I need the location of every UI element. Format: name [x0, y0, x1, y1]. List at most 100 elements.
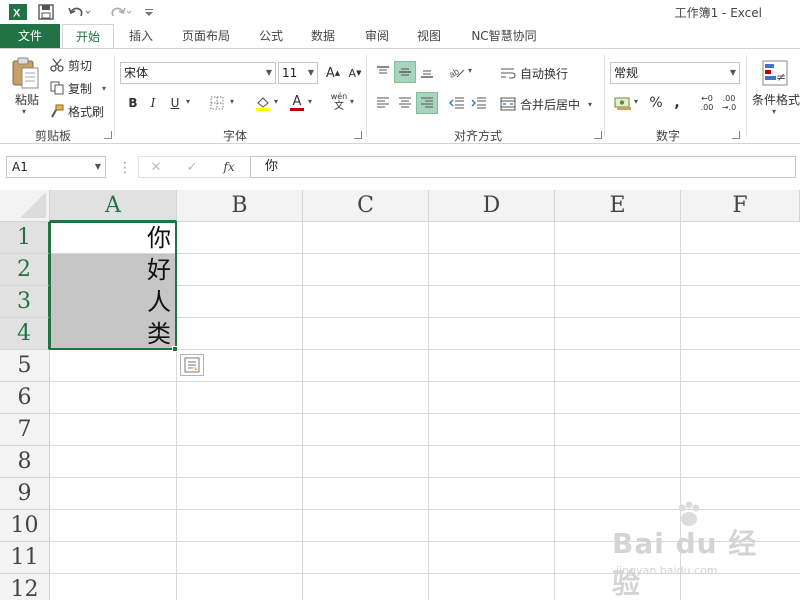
align-left-icon[interactable]	[372, 92, 394, 114]
column-header-d[interactable]: D	[429, 190, 555, 222]
fill-handle[interactable]	[172, 346, 178, 352]
cancel-icon[interactable]: ✕	[148, 158, 164, 176]
align-right-icon[interactable]	[416, 92, 438, 114]
row-header-1[interactable]: 1	[0, 222, 50, 254]
tab-home[interactable]: 开始	[62, 24, 114, 49]
row-header-6[interactable]: 6	[0, 382, 50, 414]
shrink-font-icon[interactable]: A ▼	[344, 62, 366, 84]
fill-color-icon[interactable]	[252, 92, 274, 114]
copy-dropdown-icon[interactable]: ▾	[102, 84, 106, 93]
conditional-format-dropdown-icon[interactable]: ▾	[772, 107, 776, 116]
bold-button[interactable]: B	[122, 92, 144, 114]
italic-button[interactable]: I	[142, 92, 164, 114]
conditional-format-button[interactable]: 条件格式	[752, 91, 800, 107]
column-header-a[interactable]: A	[50, 190, 177, 222]
grow-font-icon[interactable]: A ▲	[322, 62, 344, 84]
quick-analysis-icon[interactable]	[180, 354, 204, 376]
phonetic-dropdown-icon[interactable]: ▾	[350, 97, 354, 106]
phonetic-guide-icon[interactable]: wén 文	[328, 91, 350, 113]
tab-nc-collab[interactable]: NC智慧协同	[462, 24, 546, 48]
font-size-combo[interactable]: 11 ▼	[278, 62, 318, 84]
clipboard-launcher-icon[interactable]	[104, 131, 112, 139]
redo-icon[interactable]	[104, 2, 134, 22]
cut-button[interactable]: 剪切	[50, 56, 92, 74]
font-color-dropdown-icon[interactable]: ▾	[308, 97, 312, 106]
underline-button[interactable]: U	[164, 92, 186, 114]
row-header-8[interactable]: 8	[0, 446, 50, 478]
alignment-launcher-icon[interactable]	[594, 131, 602, 139]
worksheet-grid[interactable]: A B C D E F 1 2 3 4 5 6 7 8 9 10 11 12 你…	[0, 190, 800, 600]
customize-icon[interactable]	[142, 2, 156, 22]
paste-button[interactable]: 粘贴	[10, 91, 44, 107]
scissors-icon	[50, 58, 64, 72]
excel-logo-icon: X	[8, 2, 28, 22]
align-middle-icon[interactable]	[394, 61, 416, 83]
percent-style-button[interactable]: %	[645, 92, 667, 114]
tab-formulas[interactable]: 公式	[248, 24, 294, 48]
svg-text:ab: ab	[448, 66, 461, 79]
row-header-12[interactable]: 12	[0, 574, 50, 600]
insert-function-icon[interactable]: fx	[218, 158, 240, 176]
save-icon[interactable]	[36, 2, 56, 22]
comma-style-button[interactable]: ,	[666, 92, 688, 114]
baidu-watermark: Bai du 经验 jingyan.baidu.com	[612, 501, 762, 600]
column-header-b[interactable]: B	[177, 190, 303, 222]
select-all-button[interactable]	[0, 190, 50, 222]
orientation-icon[interactable]: ab	[446, 61, 468, 83]
copy-button[interactable]: 复制 ▾	[50, 79, 106, 97]
row-header-9[interactable]: 9	[0, 478, 50, 510]
format-painter-button[interactable]: 格式刷	[50, 102, 104, 120]
row-header-4[interactable]: 4	[0, 318, 50, 350]
formula-bar-grip-icon[interactable]: ⋮	[118, 160, 132, 176]
paste-dropdown-icon[interactable]: ▾	[22, 107, 26, 116]
wrap-text-button[interactable]: 自动换行	[500, 63, 568, 83]
font-color-icon[interactable]: A	[286, 92, 308, 114]
accounting-dropdown-icon[interactable]: ▾	[634, 97, 638, 106]
paste-icon[interactable]	[8, 55, 42, 91]
svg-text:≠: ≠	[776, 70, 786, 84]
tab-insert[interactable]: 插入	[118, 24, 164, 48]
row-header-11[interactable]: 11	[0, 542, 50, 574]
conditional-format-icon[interactable]: ≠	[760, 57, 790, 89]
increase-decimal-icon[interactable]: ←0 .00	[696, 92, 718, 114]
borders-dropdown-icon[interactable]: ▾	[230, 97, 234, 106]
column-header-e[interactable]: E	[555, 190, 681, 222]
ribbon-home: 粘贴 ▾ 剪切 复制 ▾ 格式刷 剪贴板 宋体 ▼ 11 ▼ A ▲ A ▼ B I…	[0, 48, 800, 144]
orientation-dropdown-icon[interactable]: ▾	[468, 66, 472, 75]
row-header-2[interactable]: 2	[0, 254, 50, 286]
number-format-combo[interactable]: 常规 ▼	[610, 62, 740, 84]
font-launcher-icon[interactable]	[354, 131, 362, 139]
borders-icon[interactable]	[206, 92, 228, 114]
font-name-combo[interactable]: 宋体 ▼	[120, 62, 276, 84]
align-top-icon[interactable]	[372, 61, 394, 83]
undo-icon[interactable]	[64, 2, 94, 22]
accounting-format-icon[interactable]	[612, 92, 634, 114]
paintbrush-icon	[51, 104, 64, 118]
row-header-3[interactable]: 3	[0, 286, 50, 318]
number-launcher-icon[interactable]	[732, 131, 740, 139]
increase-indent-icon[interactable]	[468, 92, 490, 114]
gridline	[302, 222, 303, 600]
merge-dropdown-icon[interactable]: ▾	[588, 100, 592, 109]
tab-file[interactable]: 文件	[0, 24, 60, 48]
fill-color-dropdown-icon[interactable]: ▾	[274, 97, 278, 106]
decrease-indent-icon[interactable]	[446, 92, 468, 114]
name-box[interactable]: A1 ▼	[6, 156, 106, 178]
row-header-5[interactable]: 5	[0, 350, 50, 382]
row-header-10[interactable]: 10	[0, 510, 50, 542]
align-center-icon[interactable]	[394, 92, 416, 114]
column-header-f[interactable]: F	[681, 190, 800, 222]
underline-dropdown-icon[interactable]: ▾	[186, 97, 190, 106]
align-bottom-icon[interactable]	[416, 61, 438, 83]
tab-data[interactable]: 数据	[300, 24, 346, 48]
font-size-value: 11	[282, 66, 298, 80]
tab-review[interactable]: 审阅	[354, 24, 400, 48]
tab-view[interactable]: 视图	[406, 24, 452, 48]
formula-input[interactable]: 你	[250, 156, 796, 178]
column-header-c[interactable]: C	[303, 190, 429, 222]
tab-page-layout[interactable]: 页面布局	[172, 24, 240, 48]
merge-center-button[interactable]: 合并后居中 ▾	[500, 94, 592, 114]
row-header-7[interactable]: 7	[0, 414, 50, 446]
enter-icon[interactable]: ✓	[184, 158, 200, 176]
decrease-decimal-icon[interactable]: .00 →.0	[718, 92, 740, 114]
